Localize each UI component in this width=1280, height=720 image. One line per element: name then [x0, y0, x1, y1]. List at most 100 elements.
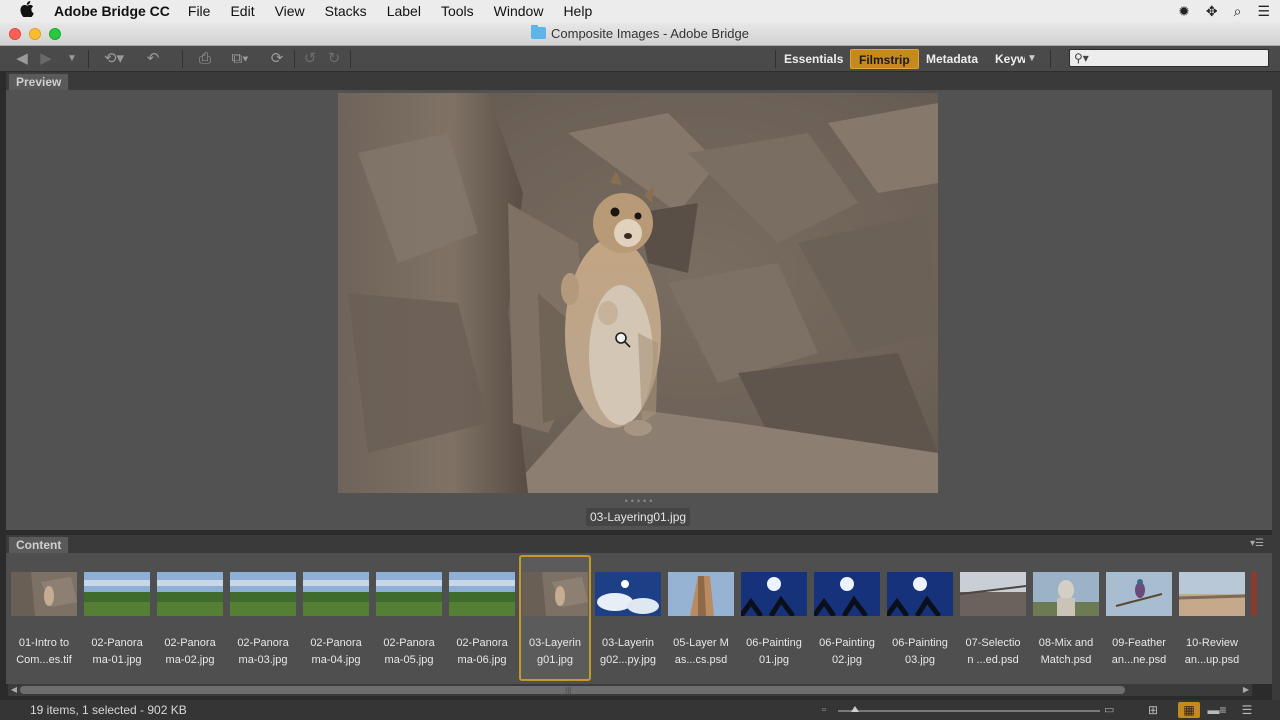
workspace-essentials[interactable]: Essentials — [776, 49, 851, 69]
boomerang-icon[interactable]: ⟲▾ — [100, 49, 128, 69]
move-icon[interactable]: ✥ — [1206, 3, 1218, 20]
thumbnail-image — [887, 572, 953, 616]
filmstrip-thumbnail[interactable]: 08-Mix and Match.psd — [1030, 555, 1102, 681]
thumbnail-image — [157, 572, 223, 616]
filmstrip-thumbnail[interactable]: 02-Panora ma-05.jpg — [373, 555, 445, 681]
open-in-camera-raw-icon[interactable]: ⟳ — [266, 49, 288, 69]
thumbnail-filename-line2: ma-01.jpg — [92, 654, 142, 666]
workspace-filmstrip[interactable]: Filmstrip — [850, 49, 919, 69]
thumbnail-filename-line2: g01.jpg — [536, 654, 574, 666]
thumbnail-size-slider-knob[interactable] — [851, 706, 859, 712]
refine-icon[interactable]: ⧉▾ — [224, 49, 256, 69]
thumbnail-filename-line2: an...up.psd — [1184, 654, 1240, 666]
view-details-button[interactable]: ▬≡ — [1206, 702, 1228, 718]
menu-window[interactable]: Window — [494, 3, 544, 19]
scroll-grip-icon: ||| — [565, 686, 572, 695]
thumbnail-image — [595, 572, 661, 616]
apple-icon[interactable] — [0, 0, 54, 22]
filmstrip-thumbnail[interactable]: 07-Selectio n ...ed.psd — [957, 555, 1029, 681]
thumbnail-filename-line1: 02-Panora — [164, 637, 216, 649]
filmstrip-thumbnail[interactable]: 02-Panora ma-02.jpg — [154, 555, 226, 681]
thumbnail-filename-line1: 03-Layerin — [602, 637, 654, 649]
brightness-icon[interactable]: ✹ — [1178, 3, 1190, 20]
camera-raw-icon[interactable]: ↶ — [144, 49, 162, 69]
thumbnail-filename-line1: 02-Panora — [383, 637, 435, 649]
recent-folders-chevron-icon[interactable]: ▼ — [64, 49, 80, 69]
search-field[interactable]: ⚲▾ — [1069, 49, 1269, 67]
filmstrip-thumbnail[interactable]: 06-Painting 02.jpg — [811, 555, 883, 681]
menu-view[interactable]: View — [275, 3, 305, 19]
thumbnail-filename-line1: 06-Painting — [746, 637, 802, 649]
menu-edit[interactable]: Edit — [230, 3, 254, 19]
thumbnail-filename-line2: ma-04.jpg — [311, 654, 361, 666]
notification-list-icon[interactable]: ☰ — [1257, 3, 1270, 20]
thumbnail-large-icon[interactable]: ▭ — [1104, 704, 1114, 716]
panel-resize-grip[interactable]: ••••• — [610, 496, 670, 506]
thumbnail-filename: 07-Selectio n ...ed.psd — [957, 635, 1029, 669]
scrollbar-thumb[interactable] — [20, 686, 1125, 694]
filmstrip-thumbnail[interactable]: 02-Panora ma-04.jpg — [300, 555, 372, 681]
filmstrip-thumbnail[interactable]: 10-Review an...up.psd — [1176, 555, 1248, 681]
get-photos-from-camera-icon[interactable]: ⎙ — [194, 49, 216, 69]
workspace-metadata[interactable]: Metadata — [918, 49, 986, 69]
content-panel-tab[interactable]: Content — [8, 536, 70, 553]
window-title: Composite Images - Adobe Bridge — [0, 25, 1280, 41]
thumbnail-filename-line2: ma-03.jpg — [238, 654, 288, 666]
menu-help[interactable]: Help — [563, 3, 592, 19]
thumbnail-size-slider[interactable] — [838, 710, 1100, 712]
thumbnail-filename: 06-Painting 01.jpg — [738, 635, 810, 669]
thumbnail-filename-line2: g02...py.jpg — [599, 654, 657, 666]
panel-menu-icon[interactable]: ▾☰ — [1250, 538, 1264, 549]
preview-panel-header — [6, 72, 1272, 90]
thumbnail-image — [376, 572, 442, 616]
scroll-right-arrow-icon[interactable]: ▶ — [1240, 684, 1252, 696]
thumbnail-filename: 10-Review an...up.psd — [1176, 635, 1248, 669]
view-thumbnails-button[interactable]: ▦ — [1178, 702, 1200, 718]
filmstrip-thumbnail[interactable]: 02-Panora ma-01.jpg — [81, 555, 153, 681]
filmstrip-thumbnail[interactable]: 03-Layerin g01.jpg — [519, 555, 591, 681]
status-item-count: 19 items, 1 selected - 902 KB — [30, 703, 187, 717]
back-arrow-icon[interactable]: ◀ — [12, 49, 32, 69]
menu-tools[interactable]: Tools — [441, 3, 474, 19]
view-list-button[interactable]: ☰ — [1236, 702, 1258, 718]
rotate-left-icon[interactable]: ↺ — [302, 49, 318, 69]
thumbnail-filename-line1: 09-Feather — [1112, 637, 1166, 649]
search-icon: ⚲▾ — [1074, 51, 1089, 65]
thumbnail-filename-line1: 07-Selectio — [965, 637, 1021, 649]
rotate-right-icon[interactable]: ↻ — [326, 49, 342, 69]
thumbnail-filename: 02-Panora ma-04.jpg — [300, 635, 372, 669]
filmstrip-thumbnail[interactable]: 09-Feather an...ne.psd — [1103, 555, 1175, 681]
forward-arrow-icon[interactable]: ▶ — [36, 49, 56, 69]
workspace-keywords[interactable]: Keyw — [987, 49, 1025, 69]
filmstrip-thumbnail[interactable]: 02-Panora ma-06.jpg — [446, 555, 518, 681]
thumbnail-filename-line1: 02-Panora — [310, 637, 362, 649]
thumbnail-filename-line2: ma-06.jpg — [457, 654, 507, 666]
thumbnail-filename: 02-Panora ma-05.jpg — [373, 635, 445, 669]
thumbnail-filename-line1: 06-Painting — [819, 637, 875, 649]
filmstrip-thumbnail[interactable]: 06-Painting 01.jpg — [738, 555, 810, 681]
thumbnail-small-icon[interactable]: ▫ — [822, 704, 826, 716]
preview-image-squirrel[interactable] — [338, 93, 938, 493]
filmstrip-thumbnail[interactable]: 05-Layer M as...cs.psd — [665, 555, 737, 681]
filmstrip-thumbnail[interactable]: 02-Panora ma-03.jpg — [227, 555, 299, 681]
filmstrip-thumbnail[interactable]: 01-Intro to Com...es.tif — [8, 555, 80, 681]
thumbnail-image — [668, 572, 734, 616]
thumbnail-filename-line2: 02.jpg — [832, 654, 862, 666]
app-name-menu[interactable]: Adobe Bridge CC — [54, 3, 170, 19]
filmstrip-thumbnail[interactable]: 03-Layerin g02...py.jpg — [592, 555, 664, 681]
thumbnail-filename-line1: 08-Mix and — [1038, 637, 1094, 649]
menu-file[interactable]: File — [188, 3, 211, 19]
menu-label[interactable]: Label — [387, 3, 421, 19]
thumbnail-filename: 02-Panora ma-03.jpg — [227, 635, 299, 669]
preview-panel-tab[interactable]: Preview — [8, 73, 70, 90]
content-panel-header — [6, 535, 1272, 553]
workspace-menu-chevron-icon[interactable]: ▼ — [1024, 49, 1040, 69]
grid-lock-icon[interactable]: ⊞ — [1144, 702, 1162, 718]
spotlight-search-icon[interactable]: ⌕ — [1234, 3, 1242, 20]
thumbnail-filename: 06-Painting 03.jpg — [884, 635, 956, 669]
filmstrip-thumbnail[interactable]: 06-Painting 03.jpg — [884, 555, 956, 681]
menu-stacks[interactable]: Stacks — [325, 3, 367, 19]
filmstrip-scrollbar[interactable]: ◀ ||| ▶ — [8, 684, 1252, 696]
scroll-left-arrow-icon[interactable]: ◀ — [8, 684, 20, 696]
window-title-text: Composite Images - Adobe Bridge — [551, 26, 749, 41]
